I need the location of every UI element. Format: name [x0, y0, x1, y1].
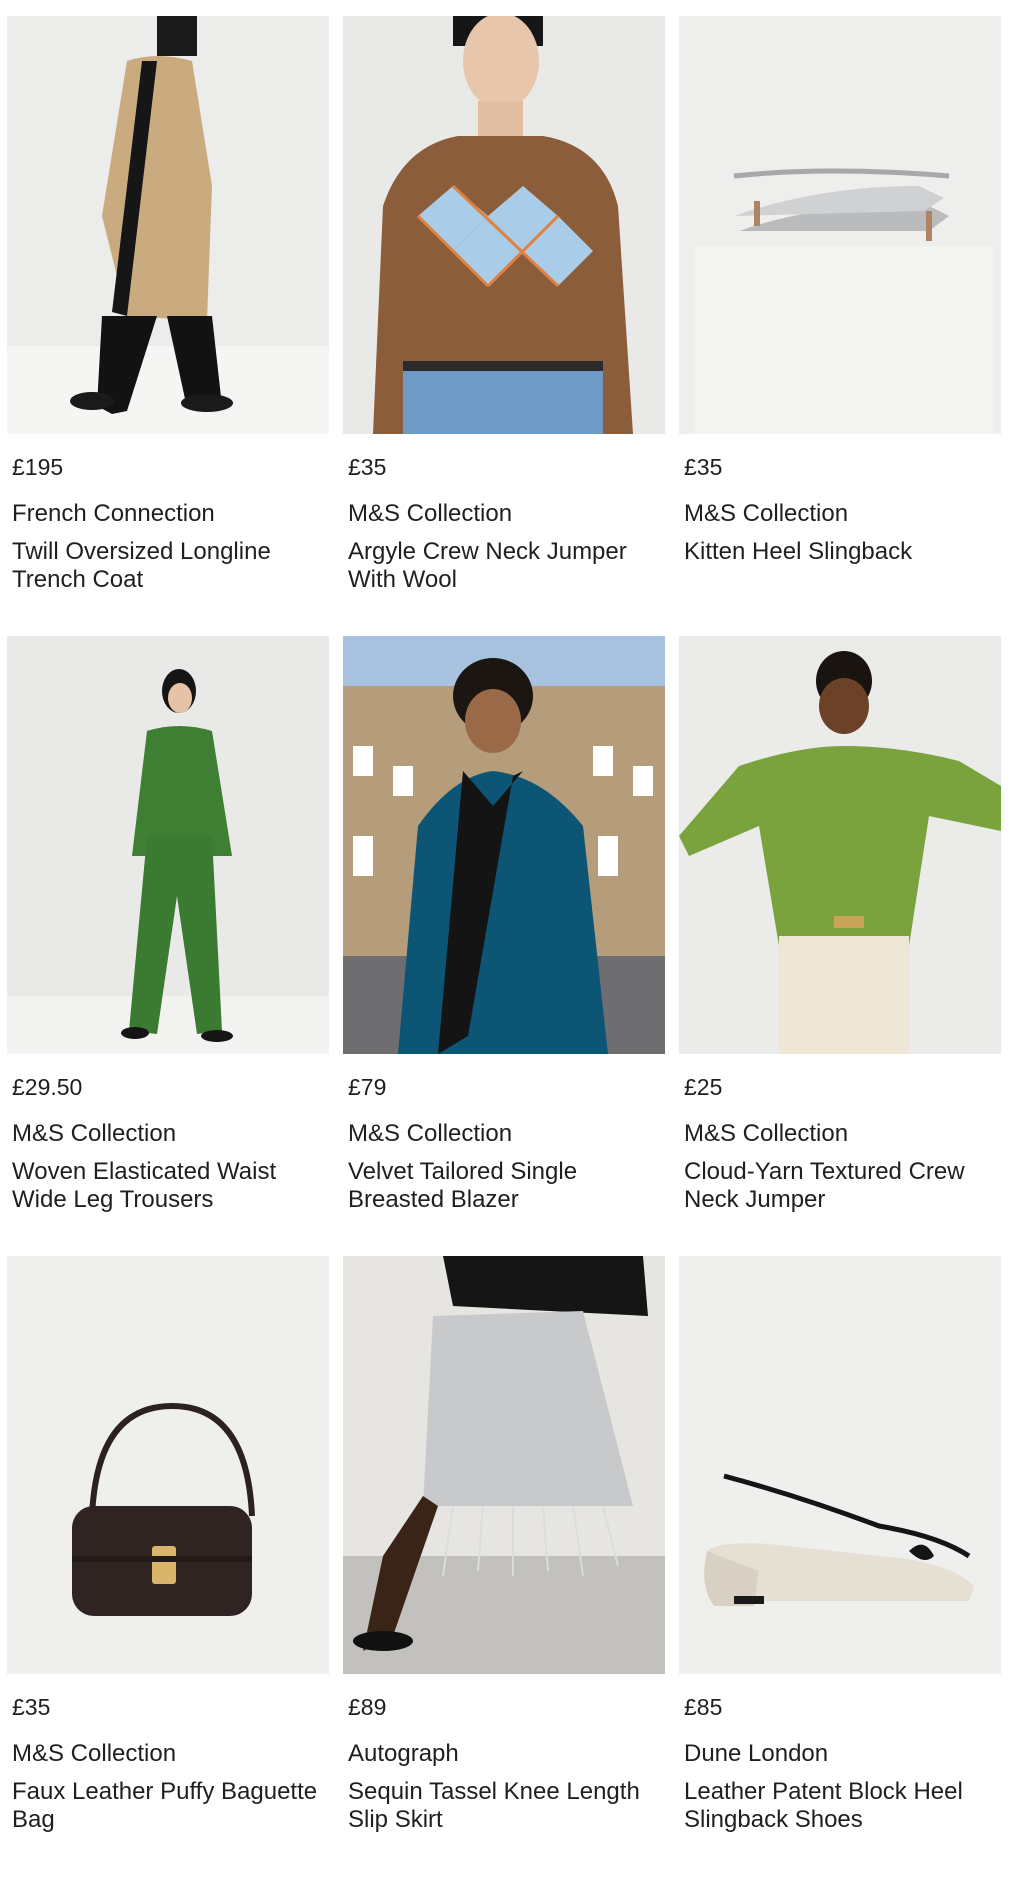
product-image-graphic: [679, 1256, 1001, 1674]
product-card[interactable]: £35 M&S Collection Faux Leather Puffy Ba…: [7, 1256, 329, 1876]
product-price: £195: [12, 454, 64, 480]
product-price: £29.50: [12, 1074, 83, 1100]
product-brand: Autograph: [348, 1740, 459, 1767]
product-price: £25: [684, 1074, 723, 1100]
product-price: £35: [684, 454, 723, 480]
product-name[interactable]: Woven Elasticated Waist Wide Leg Trouser…: [12, 1158, 324, 1214]
product-card[interactable]: £35 M&S Collection Argyle Crew Neck Jump…: [343, 16, 665, 636]
product-name[interactable]: Faux Leather Puffy Baguette Bag: [12, 1778, 324, 1834]
product-brand: M&S Collection: [348, 1120, 513, 1147]
product-brand: M&S Collection: [684, 500, 849, 527]
product-price: £79: [348, 1074, 387, 1100]
product-image[interactable]: [343, 636, 665, 1054]
product-image[interactable]: [7, 636, 329, 1054]
product-name[interactable]: Twill Oversized Longline Trench Coat: [12, 538, 324, 594]
product-price: £85: [684, 1694, 723, 1720]
product-name[interactable]: Cloud-Yarn Textured Crew Neck Jumper: [684, 1158, 996, 1214]
product-image-graphic: [343, 1256, 665, 1674]
product-image-graphic: [679, 636, 1001, 1054]
product-image[interactable]: [343, 16, 665, 434]
product-name[interactable]: Velvet Tailored Single Breasted Blazer: [348, 1158, 660, 1214]
product-image[interactable]: [7, 16, 329, 434]
product-brand: Dune London: [684, 1740, 829, 1767]
product-grid: £195 French Connection Twill Oversized L…: [7, 16, 1003, 1876]
product-price: £35: [348, 454, 387, 480]
product-image-graphic: [7, 16, 329, 434]
product-card[interactable]: £85 Dune London Leather Patent Block Hee…: [679, 1256, 1001, 1876]
product-image[interactable]: [679, 636, 1001, 1054]
product-image[interactable]: [679, 16, 1001, 434]
product-image-graphic: [7, 1256, 329, 1674]
product-name[interactable]: Sequin Tassel Knee Length Slip Skirt: [348, 1778, 660, 1834]
product-card[interactable]: £29.50 M&S Collection Woven Elasticated …: [7, 636, 329, 1256]
product-name[interactable]: Leather Patent Block Heel Slingback Shoe…: [684, 1778, 996, 1834]
product-card[interactable]: £35 M&S Collection Kitten Heel Slingback: [679, 16, 1001, 636]
product-card[interactable]: £195 French Connection Twill Oversized L…: [7, 16, 329, 636]
product-image[interactable]: [7, 1256, 329, 1674]
product-image-graphic: [679, 16, 1001, 434]
product-image-graphic: [343, 636, 665, 1054]
product-name[interactable]: Kitten Heel Slingback: [684, 538, 996, 566]
product-brand: M&S Collection: [12, 1120, 177, 1147]
product-price: £89: [348, 1694, 387, 1720]
product-price: £35: [12, 1694, 51, 1720]
product-brand: M&S Collection: [348, 500, 513, 527]
product-name[interactable]: Argyle Crew Neck Jumper With Wool: [348, 538, 660, 594]
product-image-graphic: [7, 636, 329, 1054]
product-brand: French Connection: [12, 500, 215, 527]
product-image-graphic: [343, 16, 665, 434]
product-card[interactable]: £89 Autograph Sequin Tassel Knee Length …: [343, 1256, 665, 1876]
product-image[interactable]: [679, 1256, 1001, 1674]
product-brand: M&S Collection: [12, 1740, 177, 1767]
product-image[interactable]: [343, 1256, 665, 1674]
product-card[interactable]: £79 M&S Collection Velvet Tailored Singl…: [343, 636, 665, 1256]
product-card[interactable]: £25 M&S Collection Cloud-Yarn Textured C…: [679, 636, 1001, 1256]
product-brand: M&S Collection: [684, 1120, 849, 1147]
